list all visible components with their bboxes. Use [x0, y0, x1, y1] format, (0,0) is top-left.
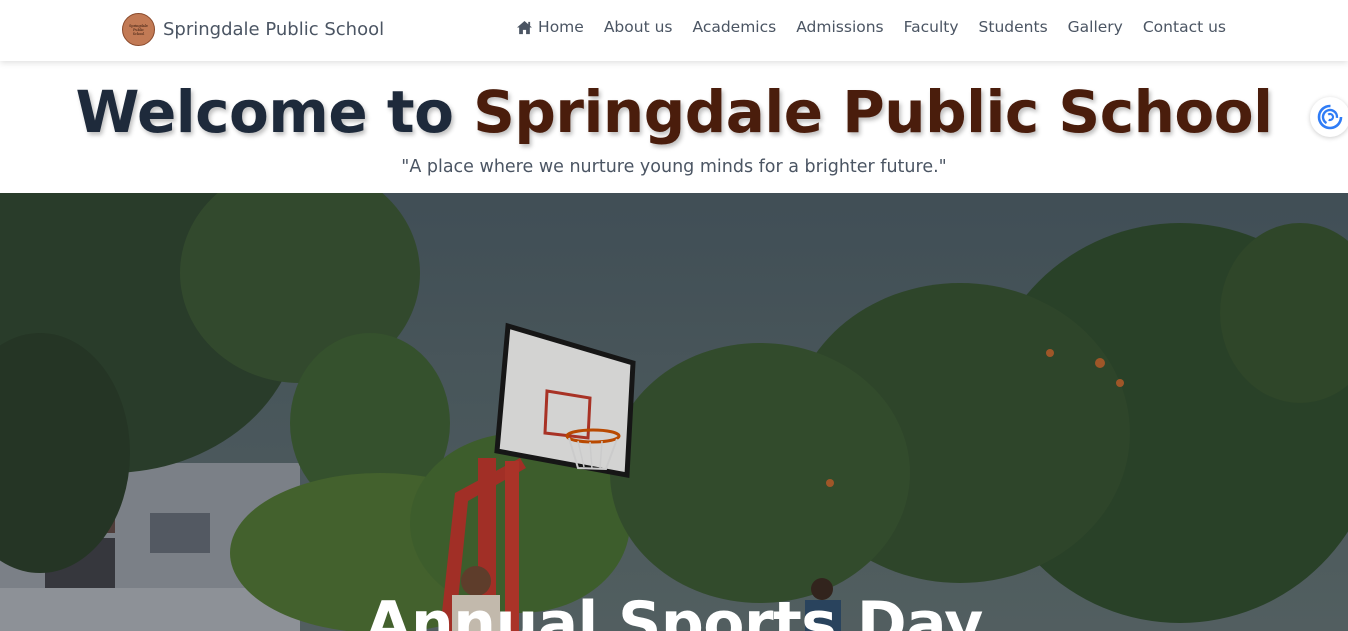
nav-item-label: Home	[538, 18, 584, 36]
nav-item-label: Contact us	[1142, 18, 1226, 36]
basketball-court-photo	[0, 193, 1348, 631]
nav-item-admissions[interactable]: Admissions	[796, 18, 883, 36]
nav-item-gallery[interactable]: Gallery	[1068, 18, 1123, 36]
brand[interactable]: Springdale Public School Springdale Publ…	[122, 13, 384, 46]
assistant-button[interactable]	[1310, 97, 1348, 137]
swirl-icon	[1317, 104, 1343, 130]
nav-item-faculty[interactable]: Faculty	[904, 18, 959, 36]
nav-item-about-us[interactable]: About us	[604, 18, 673, 36]
nav-item-label: Faculty	[903, 18, 959, 36]
nav-item-home[interactable]: Home	[516, 18, 584, 36]
nav-item-label: About us	[603, 18, 673, 36]
home-icon	[517, 20, 533, 34]
nav-item-label: Admissions	[796, 18, 884, 36]
logo-text-line: School	[132, 31, 145, 36]
hero-carousel[interactable]: Annual Sports Day	[0, 193, 1348, 631]
school-logo: Springdale Public School	[122, 13, 155, 46]
hero-title: Welcome to Springdale Public School	[0, 78, 1348, 146]
slide-title: Annual Sports Day	[365, 589, 983, 631]
brand-name: Springdale Public School	[163, 19, 385, 40]
hero-title-accent: Springdale Public School	[473, 78, 1273, 146]
nav-item-academics[interactable]: Academics	[692, 18, 776, 36]
nav-item-students[interactable]: Students	[979, 18, 1048, 36]
hero-title-prefix: Welcome to	[75, 78, 474, 146]
nav-item-label: Gallery	[1067, 18, 1123, 36]
nav-item-label: Academics	[692, 18, 777, 36]
hero-tagline: "A place where we nurture young minds fo…	[401, 157, 947, 177]
main-nav: Home About us Academics Admissions Facul…	[516, 18, 1226, 36]
nav-item-contact-us[interactable]: Contact us	[1143, 18, 1226, 36]
navbar: Springdale Public School Springdale Publ…	[0, 0, 1348, 61]
nav-item-label: Students	[978, 18, 1048, 36]
hero-header: Welcome to Springdale Public School "A p…	[0, 61, 1348, 193]
